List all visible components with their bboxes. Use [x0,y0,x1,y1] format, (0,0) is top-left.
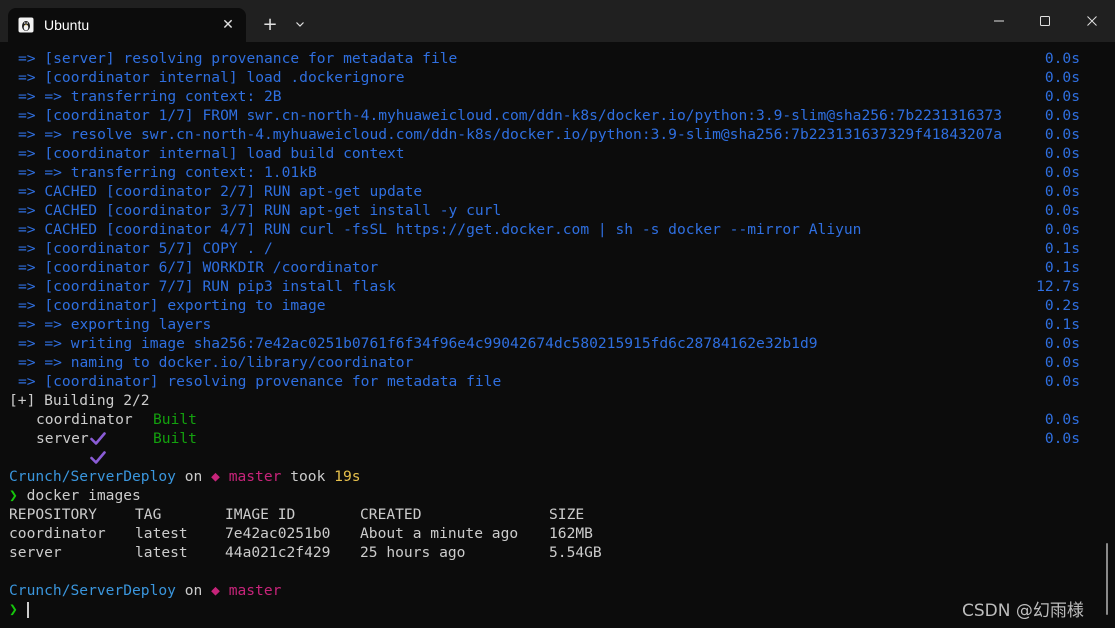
build-log-line: => [coordinator] resolving provenance fo… [18,373,1080,390]
table-row: server latest 44a021c2f429 25 hours ago … [9,544,602,561]
build-log-line: => [coordinator internal] load build con… [18,145,1080,162]
build-log-line: => CACHED [coordinator 3/7] RUN apt-get … [18,202,1080,219]
build-log-line: => [coordinator 6/7] WORKDIR /coordinato… [18,259,1080,276]
build-log-line: => [coordinator 1/7] FROM swr.cn-north-4… [18,107,1080,124]
build-log-line: => => transferring context: 2B 0.0s [18,88,1080,105]
shell-prompt: Crunch/ServerDeploy on ◆ master took 19s [9,468,361,485]
close-window-icon[interactable] [1069,0,1115,42]
build-log-line: => [coordinator 5/7] COPY . /0.1s [18,240,1080,257]
title-bar: Ubuntu ✕ + [0,0,1115,42]
watermark: CSDN @幻雨様 [962,601,1084,621]
close-tab-icon[interactable]: ✕ [218,15,238,35]
build-log-line: => => resolve swr.cn-north-4.myhuaweiclo… [18,126,1080,143]
build-log-line: => => exporting layers 0.1s [18,316,1080,333]
build-log-line: => [coordinator internal] load .dockerig… [18,69,1080,86]
minimize-icon[interactable] [976,0,1022,42]
linux-penguin-icon [18,17,34,33]
table-header: REPOSITORY TAG IMAGE ID CREATED SIZE [9,506,585,523]
tab-ubuntu[interactable]: Ubuntu ✕ [8,8,246,42]
terminal-window: Ubuntu ✕ + => [server] resolving provena… [0,0,1115,628]
terminal-output[interactable]: => [server] resolving provenance for met… [0,49,1100,621]
scrollbar-thumb[interactable] [1106,543,1108,615]
maximize-icon[interactable] [1022,0,1068,42]
git-branch-icon: ◆ [211,582,220,599]
table-row: coordinator latest 7e42ac0251b0 About a … [9,525,593,542]
service-status-row: coordinator Built 0.0s [0,410,1100,445]
new-tab-icon[interactable]: + [258,12,282,36]
checkmark-icon [20,413,107,445]
build-log-line: => [server] resolving provenance for met… [18,50,1080,67]
tab-title: Ubuntu [44,17,90,33]
build-log-line: => [coordinator 7/7] RUN pip3 install fl… [18,278,1080,295]
command-line: ❯ docker images [9,487,141,504]
prompt-chevron-icon: ❯ [9,601,18,618]
build-log-line: => [coordinator] exporting to image 0.2s [18,297,1080,314]
build-log-line: => => transferring context: 1.01kB 0.0s [18,164,1080,181]
build-log-line: => CACHED [coordinator 2/7] RUN apt-get … [18,183,1080,200]
build-log-line: => => writing image sha256:7e42ac0251b07… [18,335,1080,352]
chevron-down-icon[interactable] [290,12,310,36]
git-branch-icon: ◆ [211,468,220,485]
service-status-row: server Built 0.0s [0,429,1100,464]
build-log-line: => => naming to docker.io/library/coordi… [18,354,1080,371]
text-cursor [27,602,29,618]
shell-prompt: Crunch/ServerDeploy on ◆ master [9,582,282,599]
build-log-line: => CACHED [coordinator 4/7] RUN curl -fs… [18,221,1080,238]
active-input-line[interactable]: ❯ [0,600,1100,619]
checkmark-icon [20,432,107,464]
prompt-chevron-icon: ❯ [9,487,18,504]
building-status-line: [+] Building 2/2 [9,392,150,409]
